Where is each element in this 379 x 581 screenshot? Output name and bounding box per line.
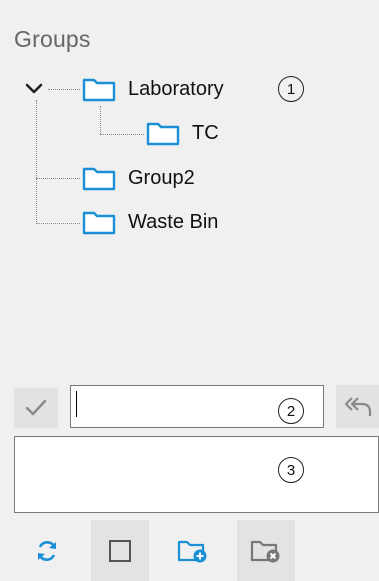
add-folder-icon: [177, 540, 207, 562]
confirm-button[interactable]: [14, 388, 58, 428]
group-notes-field[interactable]: [14, 436, 379, 513]
folder-icon: [82, 211, 116, 235]
folder-icon: [146, 122, 180, 146]
group-tree: Laboratory TC Group2 Waste Bin 1: [0, 0, 379, 370]
remove-folder-icon: [250, 540, 280, 562]
callout-marker: 1: [278, 76, 304, 102]
tree-node-label: Group2: [128, 166, 195, 189]
folder-icon: [82, 167, 116, 191]
checkmark-icon: [25, 399, 47, 416]
bottom-toolbar: [0, 520, 379, 581]
select-toggle-button[interactable]: [91, 520, 149, 581]
callout-marker: 3: [278, 457, 304, 483]
chevron-down-icon[interactable]: [24, 82, 44, 96]
tree-node-tc[interactable]: TC: [146, 118, 219, 148]
text-caret: [76, 391, 77, 417]
tree-connector: [36, 100, 37, 224]
undo-arrow-icon: [344, 396, 371, 416]
remove-group-button[interactable]: [237, 520, 295, 581]
tree-connector: [36, 223, 80, 224]
groups-panel: Groups Laboratory TC Group2 Waste Bin 1 …: [0, 0, 379, 581]
tree-connector: [36, 178, 80, 179]
tree-node-waste-bin[interactable]: Waste Bin: [82, 207, 218, 237]
folder-icon: [82, 78, 116, 102]
refresh-icon: [38, 540, 56, 561]
tree-connector: [100, 106, 101, 134]
tree-connector: [100, 134, 144, 135]
tree-node-laboratory[interactable]: Laboratory: [82, 74, 224, 104]
checkbox-icon: [109, 539, 131, 562]
undo-button[interactable]: [336, 385, 379, 428]
tree-node-label: TC: [192, 121, 219, 144]
tree-connector: [48, 89, 80, 90]
callout-marker: 2: [278, 398, 304, 424]
refresh-button[interactable]: [18, 520, 76, 581]
tree-node-group2[interactable]: Group2: [82, 163, 195, 193]
add-group-button[interactable]: [164, 520, 222, 581]
tree-node-label: Waste Bin: [128, 210, 219, 233]
tree-node-label: Laboratory: [128, 77, 224, 100]
